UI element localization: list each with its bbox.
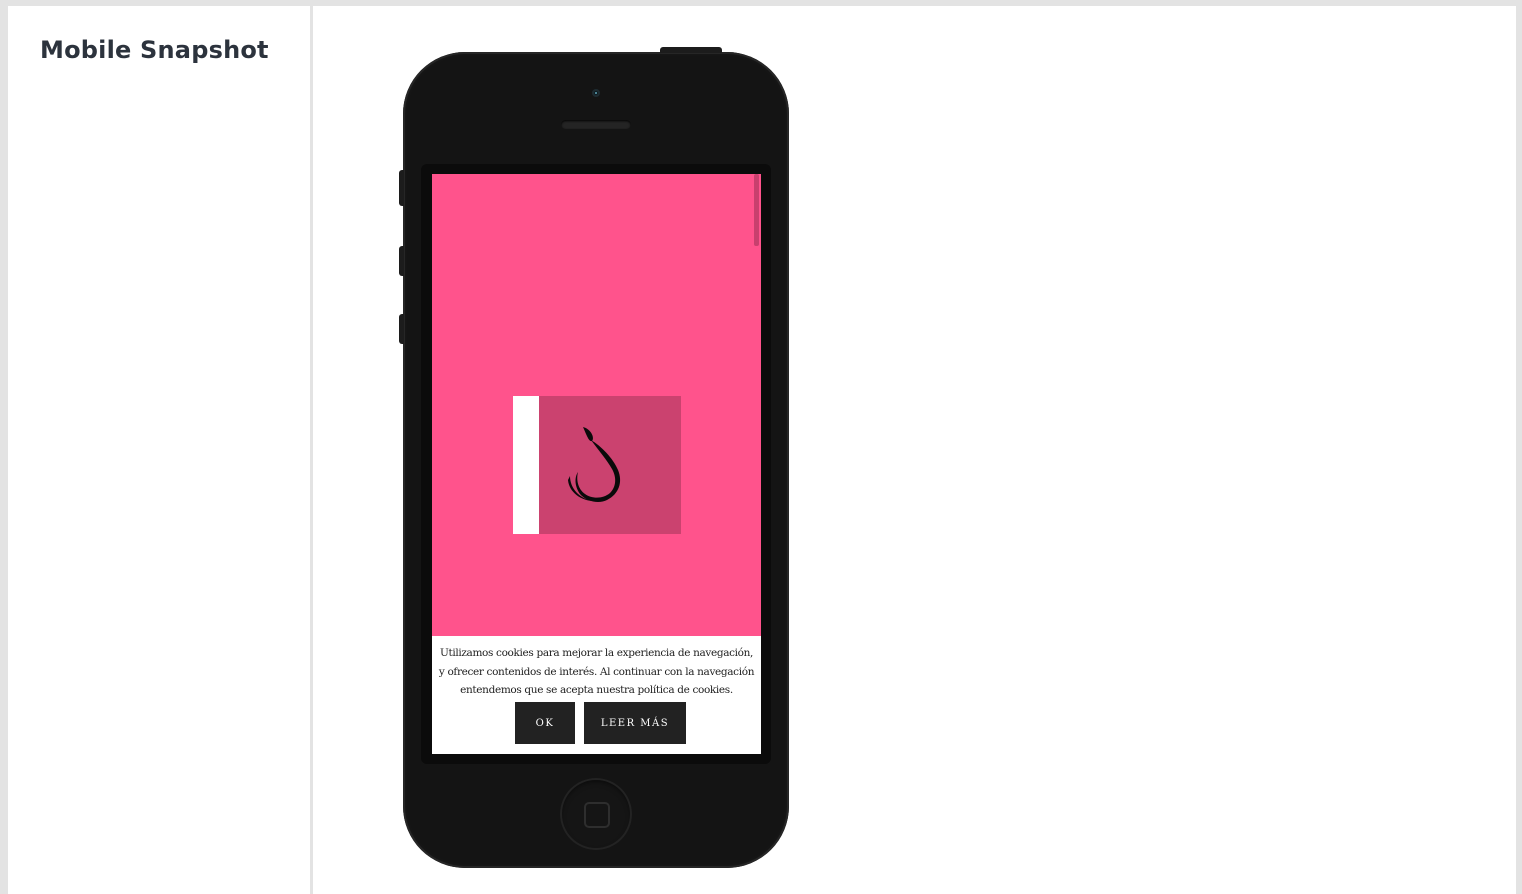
camera-icon	[592, 89, 600, 97]
phone-mockup: Utilizamos cookies para mejorar la exper…	[399, 47, 789, 868]
cookie-message: Utilizamos cookies para mejorar la exper…	[438, 647, 755, 696]
volume-down-button	[399, 314, 404, 344]
power-button	[660, 47, 722, 53]
logo-stripe	[513, 396, 541, 534]
snapshot-column: Utilizamos cookies para mejorar la exper…	[313, 6, 1516, 894]
volume-up-button	[399, 246, 404, 276]
label-column: Mobile Snapshot	[8, 6, 310, 894]
site-logo	[539, 396, 681, 534]
mute-switch	[399, 170, 404, 206]
cookie-banner: Utilizamos cookies para mejorar la exper…	[432, 636, 761, 754]
home-button-icon	[560, 778, 632, 850]
drop-swirl-logo-icon	[568, 427, 621, 502]
screen-scrollbar[interactable]	[754, 174, 759, 246]
section-title: Mobile Snapshot	[40, 36, 269, 64]
page-frame: Mobile Snapshot Utilizamos cookies para …	[8, 6, 1516, 894]
cookie-ok-button[interactable]: OK	[515, 702, 575, 744]
speaker-icon	[561, 120, 631, 129]
phone-screen: Utilizamos cookies para mejorar la exper…	[432, 174, 761, 754]
home-square-icon	[584, 802, 610, 828]
cookie-read-more-button[interactable]: LEER MÁS	[584, 702, 686, 744]
